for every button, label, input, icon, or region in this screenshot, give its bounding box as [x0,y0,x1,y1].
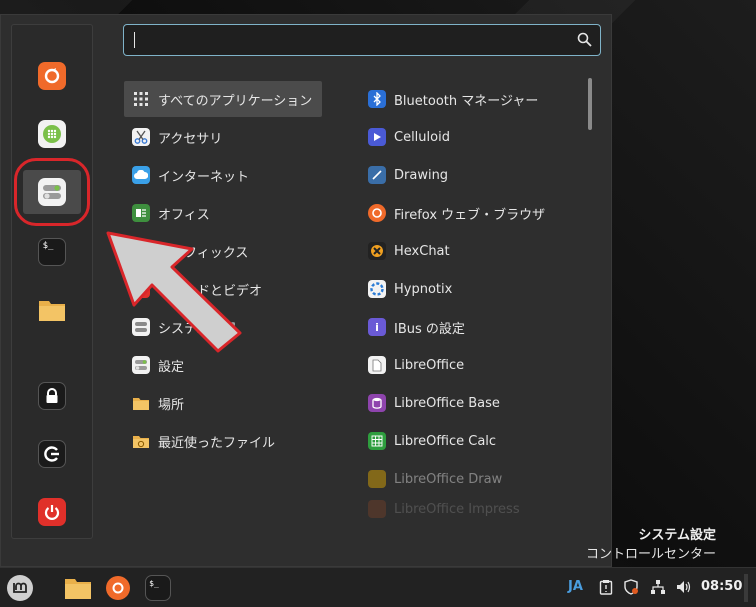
app-label: HexChat [394,243,450,259]
settings-icon [132,356,150,374]
app-hypnotix[interactable]: Hypnotix [368,271,578,307]
category-label: インターネット [158,169,250,185]
power-icon [38,498,66,526]
firefox-icon [106,576,130,600]
bluetooth-icon [368,90,386,108]
clipboard-icon[interactable] [599,579,613,599]
fav-files[interactable] [23,288,81,332]
taskbar-panel: $_ JA 08:50 [0,567,756,607]
search-box[interactable] [123,24,601,56]
hypnotix-icon [368,280,386,298]
firefox-icon [368,204,386,222]
taskbar-terminal[interactable]: $_ [142,572,174,604]
app-firefox[interactable]: Firefox ウェブ・ブラウザ [368,195,578,231]
app-label: Hypnotix [394,281,453,297]
text-caret [134,32,135,48]
category-places[interactable]: 場所 [124,385,322,421]
highlight-ring [14,158,90,226]
fav-terminal[interactable]: $_ [23,230,81,274]
grid-dots-icon [132,90,150,108]
app-hexchat[interactable]: HexChat [368,233,578,269]
play-icon [368,128,386,146]
fav-firefox[interactable] [23,54,81,98]
pencil-icon [368,166,386,184]
fav-shutdown[interactable] [23,490,81,534]
category-label: アクセサリ [158,131,223,147]
app-label: Celluloid [394,129,450,145]
info-icon: i [368,318,386,336]
recent-icon [132,432,150,450]
cloud-icon [132,166,150,184]
selected-app-description: コントロールセンター [585,547,716,562]
grid-icon [38,120,66,148]
folder-icon [38,296,66,324]
category-label: オフィス [158,207,210,223]
terminal-icon: $_ [145,575,171,601]
category-label: 設定 [158,359,185,375]
app-libreoffice-base[interactable]: LibreOffice Base [368,385,578,421]
document-icon [368,356,386,374]
menu-button[interactable] [4,572,36,604]
keyboard-layout-indicator[interactable]: JA [568,579,583,594]
volume-icon[interactable] [675,579,691,599]
app-label: Firefox ウェブ・ブラウザ [394,207,546,223]
taskbar-files[interactable] [62,572,94,604]
impress-icon [368,500,386,518]
search-icon [577,32,592,51]
app-label: LibreOffice Base [394,395,500,411]
app-label: LibreOffice Impress [394,501,520,517]
app-celluloid[interactable]: Celluloid [368,119,578,155]
folder-icon [132,394,150,412]
mint-logo-icon [7,575,33,601]
scissors-icon [132,128,150,146]
category-accessories[interactable]: アクセサリ [124,119,322,155]
pointer-arrow-annotation [106,231,242,353]
office-icon [132,204,150,222]
clock[interactable]: 08:50 [701,579,742,594]
update-shield-icon[interactable] [623,579,639,599]
fav-software-manager[interactable] [23,112,81,156]
search-input[interactable] [132,30,576,52]
network-icon[interactable] [650,579,666,599]
app-label: LibreOffice Calc [394,433,497,449]
category-all[interactable]: すべてのアプリケーション [124,81,322,117]
fav-logout[interactable] [23,432,81,476]
app-label: LibreOffice [394,357,465,373]
database-icon [368,394,386,412]
app-libreoffice-impress[interactable]: LibreOffice Impress [368,499,578,519]
lock-icon [38,382,66,410]
app-label: Drawing [394,167,449,183]
category-recent[interactable]: 最近使ったファイル [124,423,322,459]
hexchat-icon [368,242,386,260]
selected-app-title: システム設定 [638,528,716,543]
app-label: LibreOffice Draw [394,471,503,487]
app-bluetooth-manager[interactable]: Bluetooth マネージャー [368,81,578,117]
app-list-scrollbar[interactable] [588,78,592,130]
category-label: 最近使ったファイル [158,435,276,451]
terminal-icon: $_ [38,238,66,266]
folder-icon [65,579,91,599]
category-label: 場所 [158,397,185,413]
firefox-icon [38,62,66,90]
logout-icon [38,440,66,468]
app-ibus-settings[interactable]: i IBus の設定 [368,309,578,345]
app-drawing[interactable]: Drawing [368,157,578,193]
category-label: すべてのアプリケーション [158,93,313,109]
app-libreoffice[interactable]: LibreOffice [368,347,578,383]
app-label: IBus の設定 [394,321,465,337]
category-internet[interactable]: インターネット [124,157,322,193]
app-label: Bluetooth マネージャー [394,93,539,109]
draw-icon [368,470,386,488]
fav-lock[interactable] [23,374,81,418]
spreadsheet-icon [368,432,386,450]
app-libreoffice-calc[interactable]: LibreOffice Calc [368,423,578,459]
app-libreoffice-draw[interactable]: LibreOffice Draw [368,461,578,497]
show-desktop-button[interactable] [744,574,748,602]
taskbar-firefox[interactable] [102,572,134,604]
